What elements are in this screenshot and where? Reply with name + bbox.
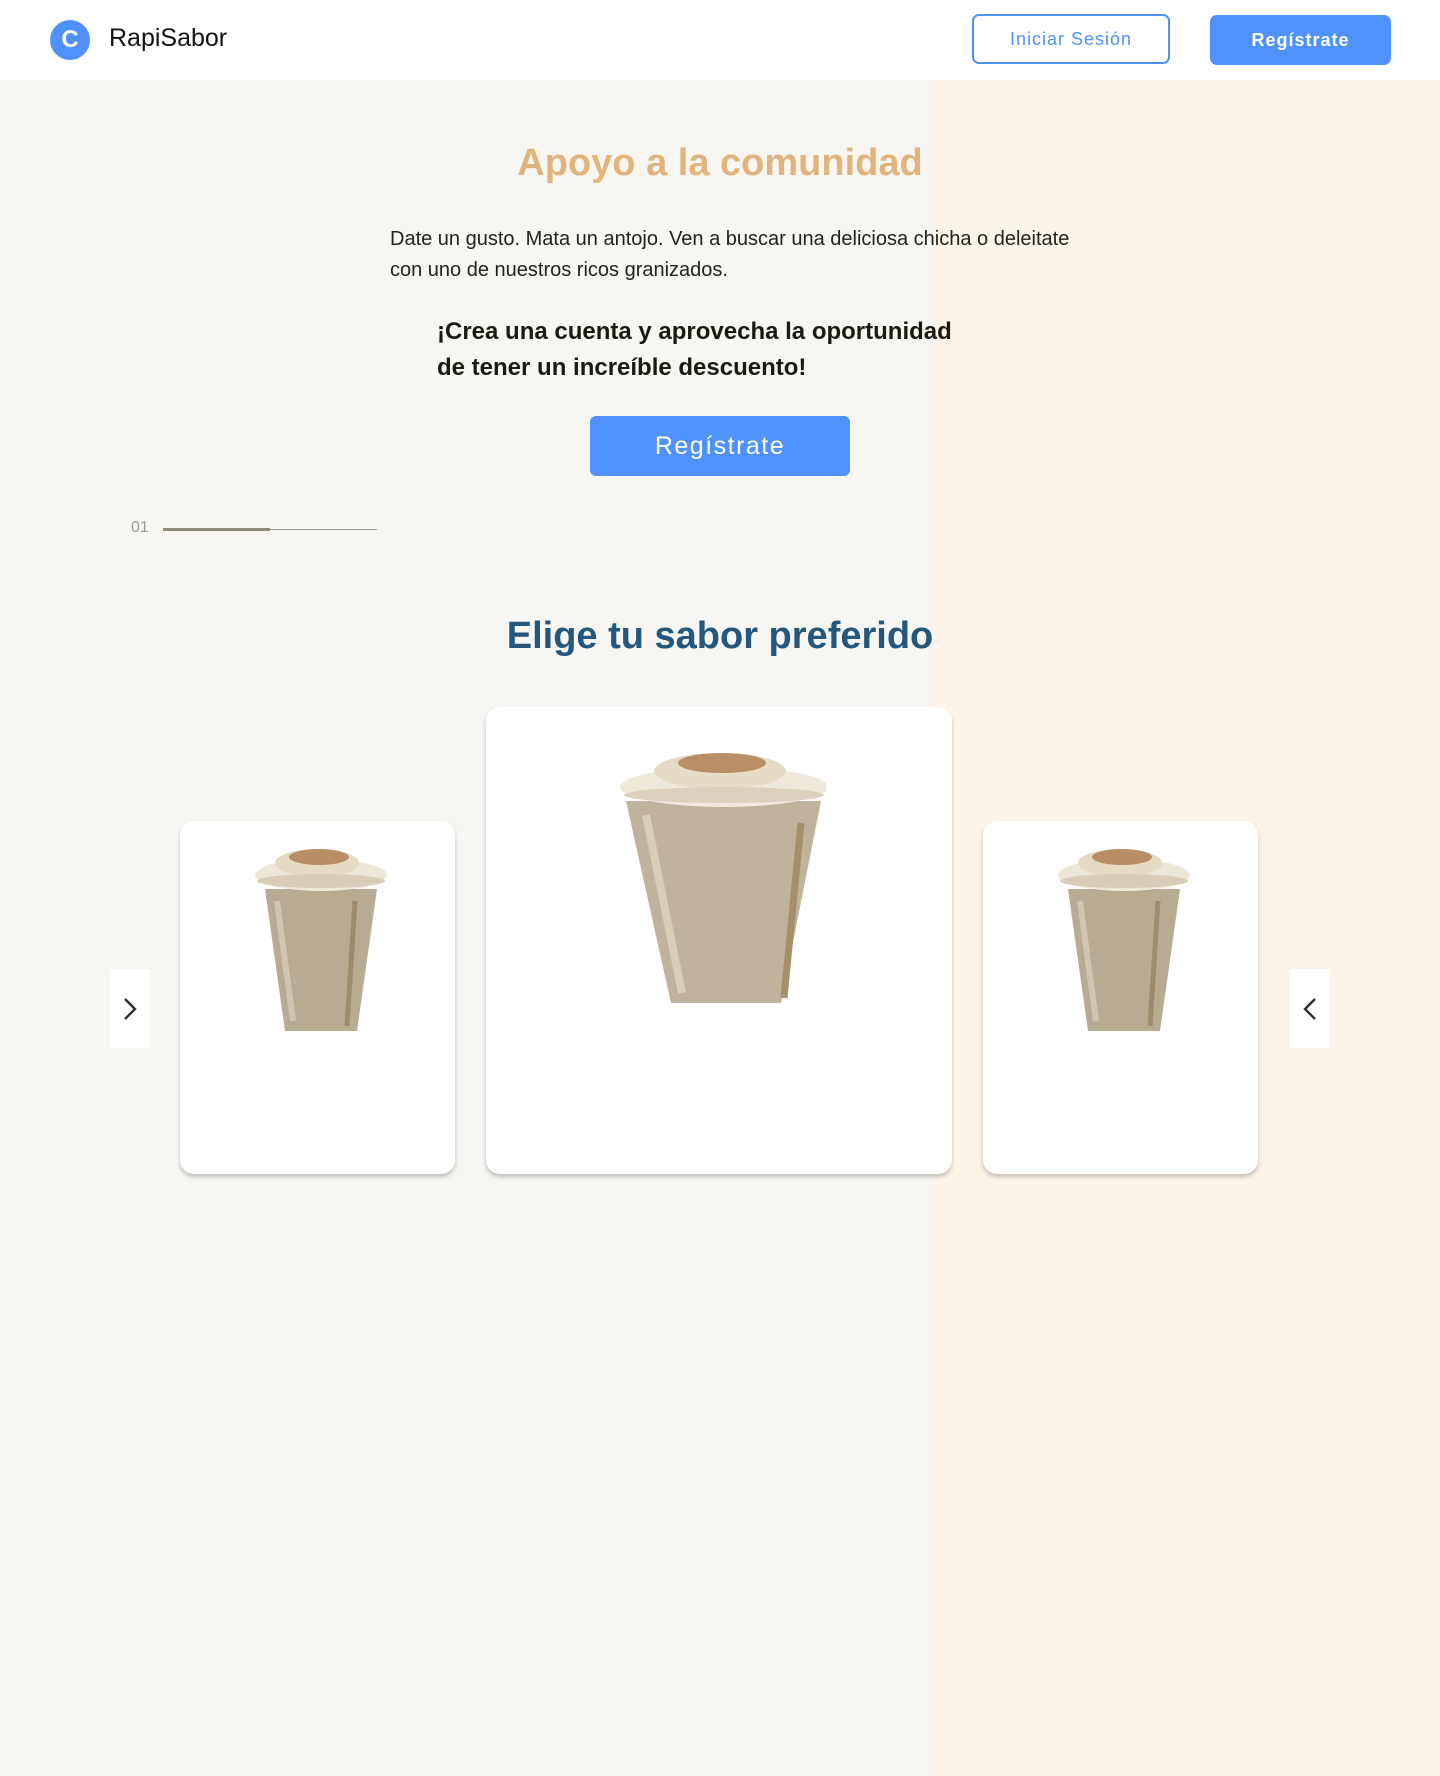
login-button[interactable]: Iniciar Sesión: [972, 14, 1170, 64]
drink-image: [255, 849, 387, 1031]
hero-cta-line-1: ¡Crea una cuenta y aprovecha la oportuni…: [437, 318, 952, 345]
flavor-card[interactable]: [180, 821, 455, 1174]
section-title: Elige tu sabor preferido: [506, 615, 934, 657]
carousel-next-button[interactable]: [1290, 969, 1330, 1048]
flavor-card[interactable]: [983, 821, 1258, 1174]
slide-number: 01: [131, 519, 149, 536]
carousel-prev-button[interactable]: [110, 969, 150, 1048]
top-navbar: C RapiSabor Iniciar Sesión Regístrate: [0, 0, 1440, 80]
slide-progress-bar: [163, 528, 270, 531]
logo-icon[interactable]: C: [50, 20, 90, 60]
register-button-header[interactable]: Regístrate: [1210, 15, 1391, 65]
drink-image: [1058, 849, 1190, 1031]
brand-name[interactable]: RapiSabor: [109, 24, 227, 53]
flavor-card-featured[interactable]: [486, 707, 952, 1174]
chevron-right-icon: [124, 997, 137, 1020]
hero-cta-text: ¡Crea una cuenta y aprovecha la oportuni…: [437, 314, 1037, 386]
hero-cta-line-2: de tener un increíble descuento!: [437, 354, 807, 381]
register-button-hero[interactable]: Regístrate: [590, 416, 850, 476]
hero-title: Apoyo a la comunidad: [517, 142, 923, 184]
drink-image: [620, 753, 826, 1003]
chevron-left-icon: [1303, 997, 1316, 1020]
slide-progress-track: [163, 528, 377, 531]
hero-description: Date un gusto. Mata un antojo. Ven a bus…: [390, 228, 1070, 281]
